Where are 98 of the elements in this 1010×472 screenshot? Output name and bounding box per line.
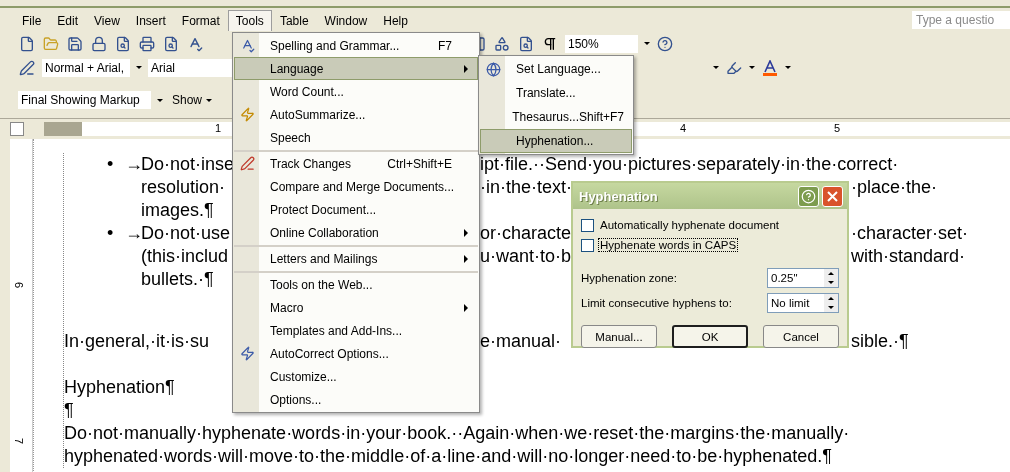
help-button[interactable] [798, 185, 819, 207]
document-text: e·manual· [480, 330, 562, 353]
spin-field[interactable]: No limit [767, 292, 839, 313]
document-text: ipt·file.··Send·you·pictures·separately·in·the·correct· [480, 153, 899, 176]
tab-stop-icon[interactable] [10, 122, 24, 136]
show-button[interactable]: Show [169, 93, 216, 107]
menu-bar-item[interactable]: Edit [49, 9, 87, 31]
dialog-button[interactable]: Cancel [763, 325, 839, 348]
tab-arrow: → [125, 222, 141, 245]
help-search-field[interactable]: Type a questio [912, 11, 1010, 29]
checkbox[interactable] [581, 238, 594, 252]
menu-bar-item[interactable]: Window [316, 9, 376, 31]
document-text: resolution· [140, 176, 226, 199]
menu-item[interactable]: Protect Document... [234, 198, 478, 221]
document-text: bullets.·¶ [140, 268, 214, 291]
pen-document-icon [239, 156, 255, 171]
document-text: Do·not·inse [141, 153, 235, 176]
document-text: ·character·set· [851, 222, 969, 245]
globe-icon [485, 61, 501, 77]
dialog-button[interactable]: Manual... [581, 325, 657, 348]
zoom-field[interactable]: 150% [565, 34, 638, 53]
document-text: or·characte [480, 222, 572, 245]
menu-item[interactable]: Letters and Mailings [234, 245, 478, 270]
menu-item[interactable]: Online Collaboration [234, 221, 478, 244]
menu-bar-item[interactable]: Tools [227, 9, 272, 31]
close-button[interactable] [822, 185, 843, 207]
styles-icon[interactable] [18, 58, 36, 77]
menu-item[interactable]: Track Changes Ctrl+Shift+E [234, 150, 478, 175]
new-document-icon[interactable] [18, 34, 36, 53]
document-text: ·in·the·text· [480, 176, 573, 199]
document-text: Do·not·manually·hyphenate·words·in·your·book.··Again·when·we·reset·the·margins·the·manually· [64, 422, 850, 445]
printer-icon[interactable] [138, 34, 156, 53]
ruler-number: 7 [13, 437, 26, 445]
tab-arrow: → [125, 153, 141, 176]
menu-item[interactable]: Templates and Add-Ins... [234, 319, 478, 342]
submenu-arrow-icon [464, 64, 468, 73]
menu-item[interactable]: AutoSummarize... [234, 103, 478, 126]
document-text: images.¶ [140, 199, 214, 222]
submenu-arrow-icon [464, 254, 468, 263]
bullet-mark: • [107, 222, 115, 245]
menu-item[interactable]: Set Language... [480, 57, 632, 81]
document-text: sible.·¶ [851, 330, 909, 353]
ruler-number: 5 [834, 122, 841, 134]
checkbox-label: Hyphenate words in CAPS [598, 238, 739, 252]
lightning-document-icon [239, 107, 255, 122]
menu-item[interactable]: Hyphenation... [480, 129, 632, 153]
lightning-icon [239, 346, 255, 361]
document-text: ¶ [64, 399, 74, 422]
field-label: Hyphenation zone: [581, 271, 677, 284]
menu-bar-item[interactable]: Table [271, 9, 317, 31]
field-label: Limit consecutive hyphens to: [581, 296, 732, 309]
shapes-icon[interactable] [493, 34, 511, 53]
menu-item[interactable]: Macro [234, 296, 478, 319]
bullet-mark: • [107, 153, 115, 176]
dialog-button[interactable]: OK [672, 325, 748, 348]
print-preview-icon[interactable] [162, 34, 180, 53]
search-document-icon[interactable] [517, 34, 535, 53]
menu-item[interactable]: Translate... [480, 81, 632, 105]
dialog-title: Hyphenation [579, 188, 659, 204]
ruler-number: 4 [680, 122, 687, 134]
save-icon[interactable] [66, 34, 84, 53]
document-text: with·standard· [851, 245, 966, 268]
menu-item[interactable]: Options... [234, 388, 478, 411]
document-text: Do·not·use [141, 222, 231, 245]
ruler-number: 1 [215, 122, 222, 134]
menu-bar-item[interactable]: View [86, 9, 128, 31]
menu-bar-item[interactable]: Help [375, 9, 416, 31]
menu-item[interactable]: Tools on the Web... [234, 271, 478, 296]
document-text: (this·includ [140, 245, 229, 268]
document-text: In·general,·it·is·su [64, 330, 210, 353]
document-text: hyphenated·words·will·move·to·the·middle·of·a·line·and·will·no·longer·need·to·be·hyphenated.¶ [64, 445, 833, 468]
search-document-icon[interactable] [114, 34, 132, 53]
menu-item[interactable]: Spelling and Grammar... F7 [234, 34, 478, 57]
menu-item[interactable]: Compare and Merge Documents... [234, 175, 478, 198]
close-icon [827, 190, 838, 202]
menu-bar-item[interactable]: File [14, 9, 50, 31]
menu-item[interactable]: Speech [234, 126, 478, 149]
markup-display-field[interactable]: Final Showing Markup [18, 91, 151, 109]
menu-item[interactable]: AutoCorrect Options... [234, 342, 478, 365]
menu-item[interactable]: Customize... [234, 365, 478, 388]
document-text: ·place·the· [851, 176, 938, 199]
ruler-number: 6 [13, 281, 26, 289]
menu-item[interactable]: Language [234, 57, 478, 80]
document-heading: Hyphenation¶ [64, 376, 175, 399]
spin-field[interactable]: 0.25" [767, 267, 839, 288]
menu-bar-item[interactable]: Format [173, 9, 228, 31]
font-color-icon[interactable] [761, 58, 779, 77]
menu-item[interactable]: Word Count... [234, 80, 478, 103]
style-field[interactable]: Normal + Arial, [42, 58, 130, 77]
menu-bar-item[interactable]: Insert [127, 9, 174, 31]
help-icon[interactable] [656, 34, 674, 53]
lock-icon[interactable] [90, 34, 108, 53]
document-text: u·want·to·b [480, 245, 572, 268]
checkbox[interactable] [581, 218, 594, 232]
menu-item[interactable]: Thesaurus...Shift+F7 [480, 105, 632, 129]
checkbox-label: Automatically hyphenate document [599, 218, 780, 232]
submenu-arrow-icon [464, 303, 468, 312]
submenu-arrow-icon [464, 228, 468, 237]
